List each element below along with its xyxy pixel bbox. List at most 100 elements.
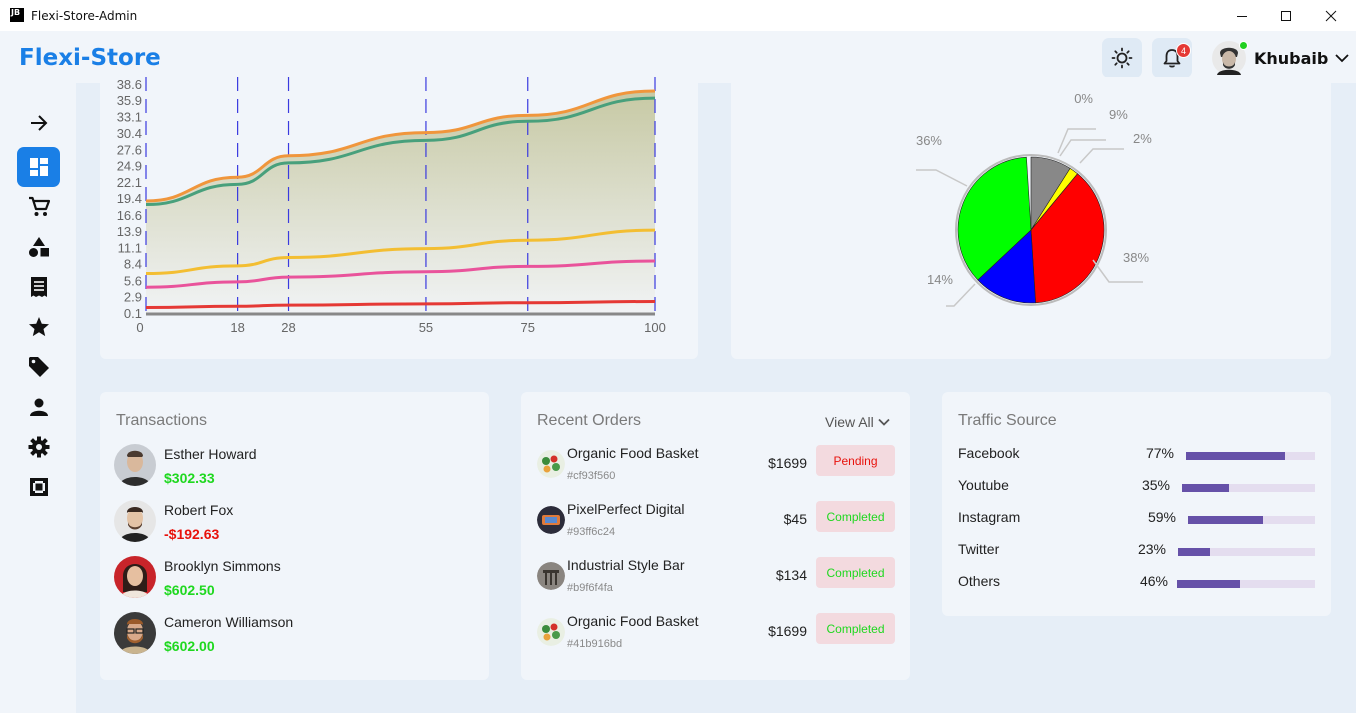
traffic-source-percent: 77%	[1145, 445, 1174, 461]
traffic-progress-bar	[1177, 580, 1315, 588]
pie-callout-line	[1079, 148, 1124, 164]
y-tick-label: 5.6	[124, 273, 142, 288]
traffic-source-percent: 35%	[1141, 477, 1170, 493]
pie-slice-label: 0%	[1074, 91, 1093, 106]
transaction-name: Esther Howard	[164, 446, 257, 462]
order-price: $134	[775, 567, 807, 583]
traffic-progress-bar	[1188, 516, 1315, 524]
y-tick-label: 13.9	[117, 224, 142, 239]
user-name: Khubaib	[1254, 48, 1329, 68]
sidebar-item-offers[interactable]	[17, 347, 60, 387]
y-tick-label: 24.9	[117, 158, 142, 173]
traffic-progress-bar	[1178, 548, 1315, 556]
order-product-name: Industrial Style Bar	[567, 557, 685, 573]
x-tick-label: 18	[230, 320, 244, 335]
traffic-source-card: Traffic Source Facebook 77% Youtube 35% …	[942, 392, 1331, 616]
gear-icon	[28, 436, 49, 458]
traffic-progress-bar	[1182, 484, 1315, 492]
order-row[interactable]: Organic Food Basket #cf93f560 $1699 Pend…	[535, 445, 895, 493]
y-tick-label: 2.9	[124, 289, 142, 304]
tag-icon	[28, 357, 49, 377]
y-tick-label: 30.4	[117, 126, 142, 141]
x-tick-label: 55	[419, 320, 433, 335]
traffic-source-label: Facebook	[958, 445, 1020, 461]
sidebar	[0, 83, 76, 713]
digital-product-icon	[537, 506, 565, 534]
sidebar-item-reviews[interactable]	[17, 307, 60, 347]
sidebar-item-dashboard[interactable]	[17, 147, 60, 187]
order-id: #41b916bd	[567, 638, 623, 650]
sidebar-item-expand[interactable]	[17, 103, 60, 143]
y-tick-label: 8.4	[124, 257, 142, 272]
sidebar-item-categories[interactable]	[17, 227, 60, 267]
traffic-progress-bar	[1186, 452, 1315, 460]
sidebar-item-users[interactable]	[17, 387, 60, 427]
x-tick-label: 100	[644, 320, 666, 335]
order-row[interactable]: Organic Food Basket #41b916bd $1699 Comp…	[535, 613, 895, 661]
app-header: Flexi-Store 4 Khubaib	[0, 31, 1356, 83]
traffic-source-label: Twitter	[958, 541, 1000, 557]
y-tick-label: 35.9	[117, 93, 142, 108]
sidebar-item-fullscreen[interactable]	[17, 467, 60, 507]
y-tick-label: 16.6	[117, 208, 142, 223]
pie-chart-card: 38% 14% 36% 9% 2% 0%	[731, 77, 1331, 359]
app-logo-icon: JB	[10, 8, 24, 22]
traffic-source-row: Facebook 77%	[958, 445, 1315, 465]
sidebar-item-settings[interactable]	[17, 427, 60, 467]
traffic-progress-fill	[1182, 484, 1229, 492]
product-thumbnail	[537, 506, 565, 534]
traffic-source-label: Instagram	[958, 509, 1021, 525]
food-basket-icon	[537, 618, 565, 646]
chart-area-fill	[146, 90, 655, 314]
brand-title: Flexi-Store	[19, 45, 161, 71]
chevron-down-icon	[878, 418, 890, 426]
y-tick-label: 38.6	[117, 77, 142, 92]
transaction-name: Brooklyn Simmons	[164, 558, 281, 574]
view-all-label: View All	[825, 414, 874, 430]
sidebar-item-orders[interactable]	[17, 187, 60, 227]
pie-callout-line	[1059, 139, 1106, 157]
pie-slice-label: 38%	[1123, 250, 1149, 265]
traffic-source-label: Others	[958, 573, 1001, 589]
product-thumbnail	[537, 562, 565, 590]
y-tick-label: 0.1	[124, 306, 142, 321]
maximize-icon	[1281, 10, 1291, 21]
minimize-button[interactable]	[1220, 0, 1264, 31]
order-row[interactable]: Industrial Style Bar #b9f6f4fa $134 Comp…	[535, 557, 895, 605]
notifications-button[interactable]: 4	[1152, 38, 1192, 78]
order-row[interactable]: PixelPerfect Digital #93ff6c24 $45 Compl…	[535, 501, 895, 549]
maximize-button[interactable]	[1264, 0, 1308, 31]
categories-icon	[28, 237, 49, 257]
order-price: $1699	[768, 623, 807, 639]
person-icon	[29, 398, 48, 416]
traffic-source-row: Twitter 23%	[958, 541, 1315, 561]
traffic-progress-fill	[1177, 580, 1241, 588]
pie-slice-label: 36%	[916, 133, 942, 148]
window-titlebar: JB Flexi-Store-Admin	[0, 0, 1356, 31]
traffic-progress-fill	[1188, 516, 1263, 524]
close-button[interactable]	[1309, 0, 1353, 31]
profile-menu[interactable]: Khubaib	[1212, 39, 1350, 77]
order-id: #cf93f560	[567, 470, 616, 482]
transactions-card: Transactions Esther Howard $302.33 Rober…	[100, 392, 489, 680]
status-badge: Completed	[816, 613, 895, 644]
window-title: Flexi-Store-Admin	[31, 9, 138, 23]
sidebar-item-invoices[interactable]	[17, 267, 60, 307]
sales-chart-card: 0.1 2.9 5.6 8.4 11.1 13.9 16.6 19.4 22.1 24.9 27.6…	[100, 77, 698, 359]
close-icon	[1325, 10, 1337, 21]
pie-slice-label: 2%	[1133, 131, 1152, 146]
status-badge: Completed	[816, 557, 895, 588]
recent-orders-card: Recent Orders View All Organic Food Bask…	[521, 392, 910, 680]
status-badge: Pending	[816, 445, 895, 476]
avatar	[114, 612, 156, 654]
bar-stool-icon	[537, 562, 565, 590]
dashboard-icon	[29, 158, 48, 176]
product-thumbnail	[537, 618, 565, 646]
order-product-name: PixelPerfect Digital	[567, 501, 685, 517]
transaction-amount: -$192.63	[164, 526, 220, 542]
theme-toggle-button[interactable]	[1102, 38, 1142, 78]
person-avatar-icon	[114, 500, 156, 542]
person-avatar-icon	[114, 444, 156, 486]
avatar	[1212, 41, 1248, 75]
view-all-button[interactable]: View All	[825, 414, 890, 430]
